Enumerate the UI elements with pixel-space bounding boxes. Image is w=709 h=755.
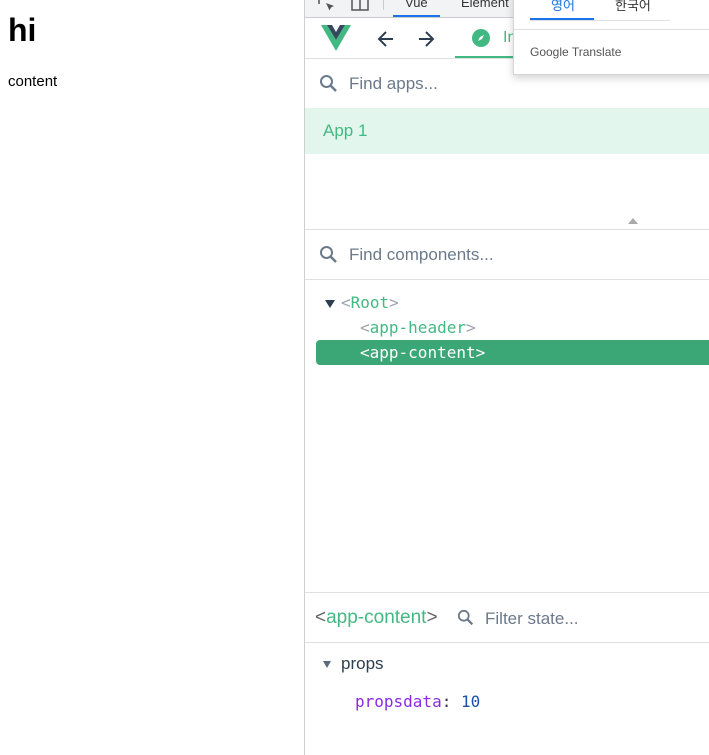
compass-icon [471, 28, 491, 53]
props-section-label: props [341, 654, 384, 673]
resize-handle[interactable] [628, 218, 638, 224]
tree-node-root[interactable]: <Root> [325, 290, 399, 315]
page-viewport: hi content [0, 0, 304, 755]
props-section-toggle[interactable]: props [323, 654, 384, 674]
device-toggle-icon[interactable] [350, 0, 370, 14]
translate-active-underline [530, 18, 594, 20]
state-toolbar: <app-content> [305, 592, 709, 643]
forward-arrow-icon[interactable] [415, 28, 437, 50]
components-search-input[interactable] [349, 242, 689, 268]
vue-logo-icon [321, 25, 351, 56]
app-name: App 1 [323, 121, 368, 140]
tree-node-app-header[interactable]: <app-header> [360, 315, 476, 340]
tab-elements[interactable]: Element [461, 0, 509, 10]
translate-tab-english[interactable]: 영어 [551, 0, 575, 14]
prop-row[interactable]: propsdata: 10 [355, 692, 480, 711]
page-content-text: content [8, 73, 58, 90]
prop-separator: : [441, 692, 452, 711]
devtools-panel: Vue Element In App 1 [304, 0, 709, 755]
translate-tab-korean[interactable]: 한국어 [615, 0, 651, 14]
apps-list-area [305, 154, 709, 230]
tree-node-app-content[interactable]: <app-content> [316, 340, 709, 365]
page-heading: hi [8, 12, 37, 48]
app-list-item[interactable]: App 1 [305, 108, 709, 154]
search-icon [319, 74, 339, 99]
translate-tab-line [530, 20, 670, 21]
toolbar-divider [383, 0, 384, 10]
selected-component-label: <app-content> [315, 607, 438, 628]
back-arrow-icon[interactable] [375, 28, 397, 50]
prop-value: 10 [460, 692, 481, 711]
filter-state-input[interactable] [485, 606, 695, 632]
tab-vue[interactable]: Vue [393, 0, 440, 17]
search-icon [457, 609, 475, 632]
expand-caret-icon[interactable] [325, 299, 335, 308]
collapse-caret-icon [323, 661, 331, 669]
prop-key: propsdata [355, 692, 442, 711]
components-search-bar [305, 230, 709, 280]
translate-divider [514, 29, 709, 30]
google-translate-brand: Google Translate [530, 45, 622, 59]
google-translate-popup: 영어 한국어 Google Translate [513, 0, 709, 75]
search-icon [319, 245, 339, 270]
inspect-icon[interactable] [317, 0, 337, 14]
